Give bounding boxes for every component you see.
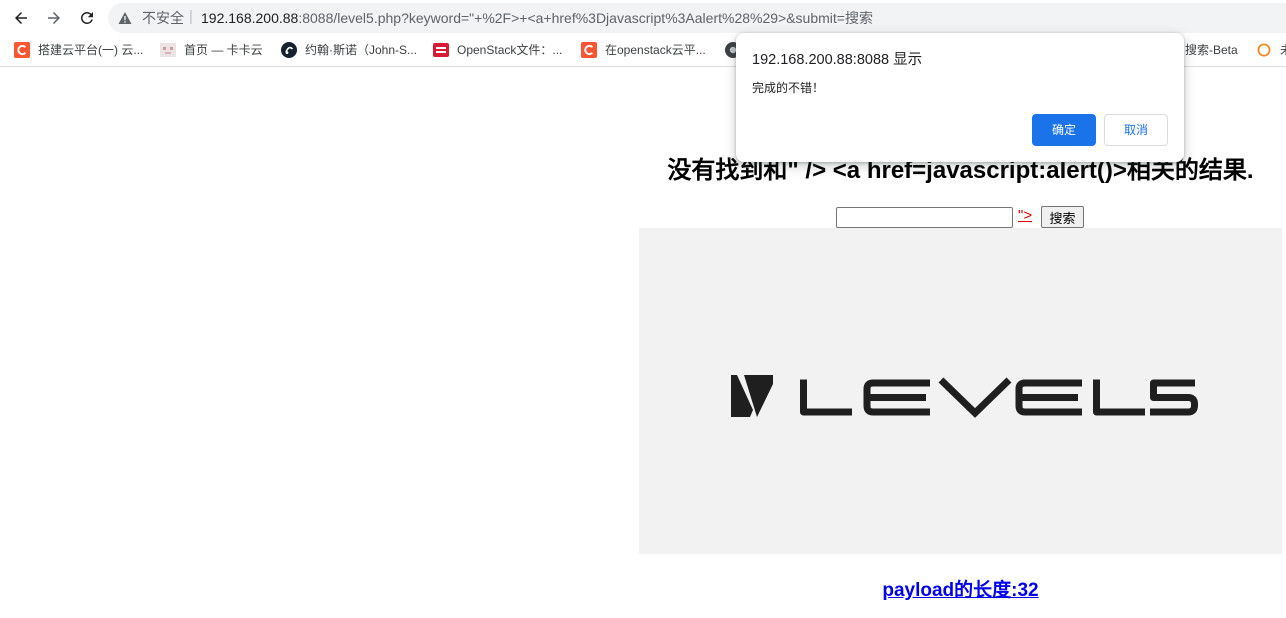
john-snow-icon	[281, 42, 297, 58]
arrow-right-icon[interactable]	[45, 9, 63, 27]
warning-icon[interactable]	[118, 11, 132, 25]
bookmark-item[interactable]: 未	[1256, 42, 1286, 58]
circle-icon	[1257, 43, 1271, 57]
cancel-button[interactable]: 取消	[1104, 114, 1168, 146]
ok-button[interactable]: 确定	[1032, 114, 1096, 146]
reload-icon[interactable]	[78, 9, 96, 27]
bookmark-item[interactable]: 在openstack云平...	[581, 42, 706, 58]
url-text[interactable]: 192.168.200.88:8088/level5.php?keyword="…	[201, 9, 873, 27]
bookmark-item[interactable]: 搜索-Beta	[1185, 42, 1238, 58]
bookmark-item[interactable]: 约翰·斯诺（John-S...	[281, 42, 417, 58]
dialog-title: 192.168.200.88:8088 显示	[752, 52, 923, 68]
bookmark-label: 未	[1280, 42, 1286, 58]
payload-length: payload的长度:32	[639, 579, 1282, 603]
level-banner-image	[639, 228, 1282, 554]
level5-mark-icon	[731, 375, 773, 417]
bookmark-label: 首页 — 卡卡云	[184, 43, 263, 57]
bookmark-item[interactable]: OpenStack文件：...	[433, 42, 562, 58]
injected-link[interactable]: ">	[1018, 208, 1032, 224]
alert-dialog: 192.168.200.88:8088 显示 完成的不错！ 确定 取消	[736, 33, 1184, 162]
bookmark-label: 搜索-Beta	[1185, 43, 1238, 57]
arrow-left-icon[interactable]	[12, 9, 30, 27]
bookmark-item[interactable]: 搭建云平台(一) 云...	[14, 42, 143, 58]
address-separator: |	[189, 8, 193, 25]
search-submit-button[interactable]: 搜索	[1041, 206, 1084, 228]
keyword-input[interactable]	[836, 207, 1013, 228]
bookmark-label: 搭建云平台(一) 云...	[38, 43, 144, 57]
dialog-message: 完成的不错！	[752, 81, 825, 95]
url-path: :8088/level5.php?keyword="+%2F>+<a+href%…	[298, 10, 873, 26]
kakayun-icon	[160, 43, 176, 57]
bookmark-item[interactable]: 首页 — 卡卡云	[160, 42, 263, 58]
url-host: 192.168.200.88	[201, 10, 299, 26]
bookmark-label: OpenStack文件：...	[457, 43, 563, 57]
payload-length-link[interactable]: payload的长度:32	[882, 580, 1038, 601]
address-bar[interactable]: 不安全 | 192.168.200.88:8088/level5.php?key…	[108, 3, 1286, 33]
level5-wordmark	[800, 377, 1198, 418]
browser-toolbar: 不安全 | 192.168.200.88:8088/level5.php?key…	[0, 0, 1286, 36]
security-label[interactable]: 不安全	[142, 9, 184, 27]
bookmark-label: 在openstack云平...	[605, 43, 706, 57]
csdn-icon	[14, 42, 30, 58]
csdn-icon	[581, 42, 597, 58]
level5-logo	[731, 375, 1198, 418]
bookmark-label: 约翰·斯诺（John-S...	[305, 43, 418, 57]
openstack-icon	[433, 43, 449, 57]
